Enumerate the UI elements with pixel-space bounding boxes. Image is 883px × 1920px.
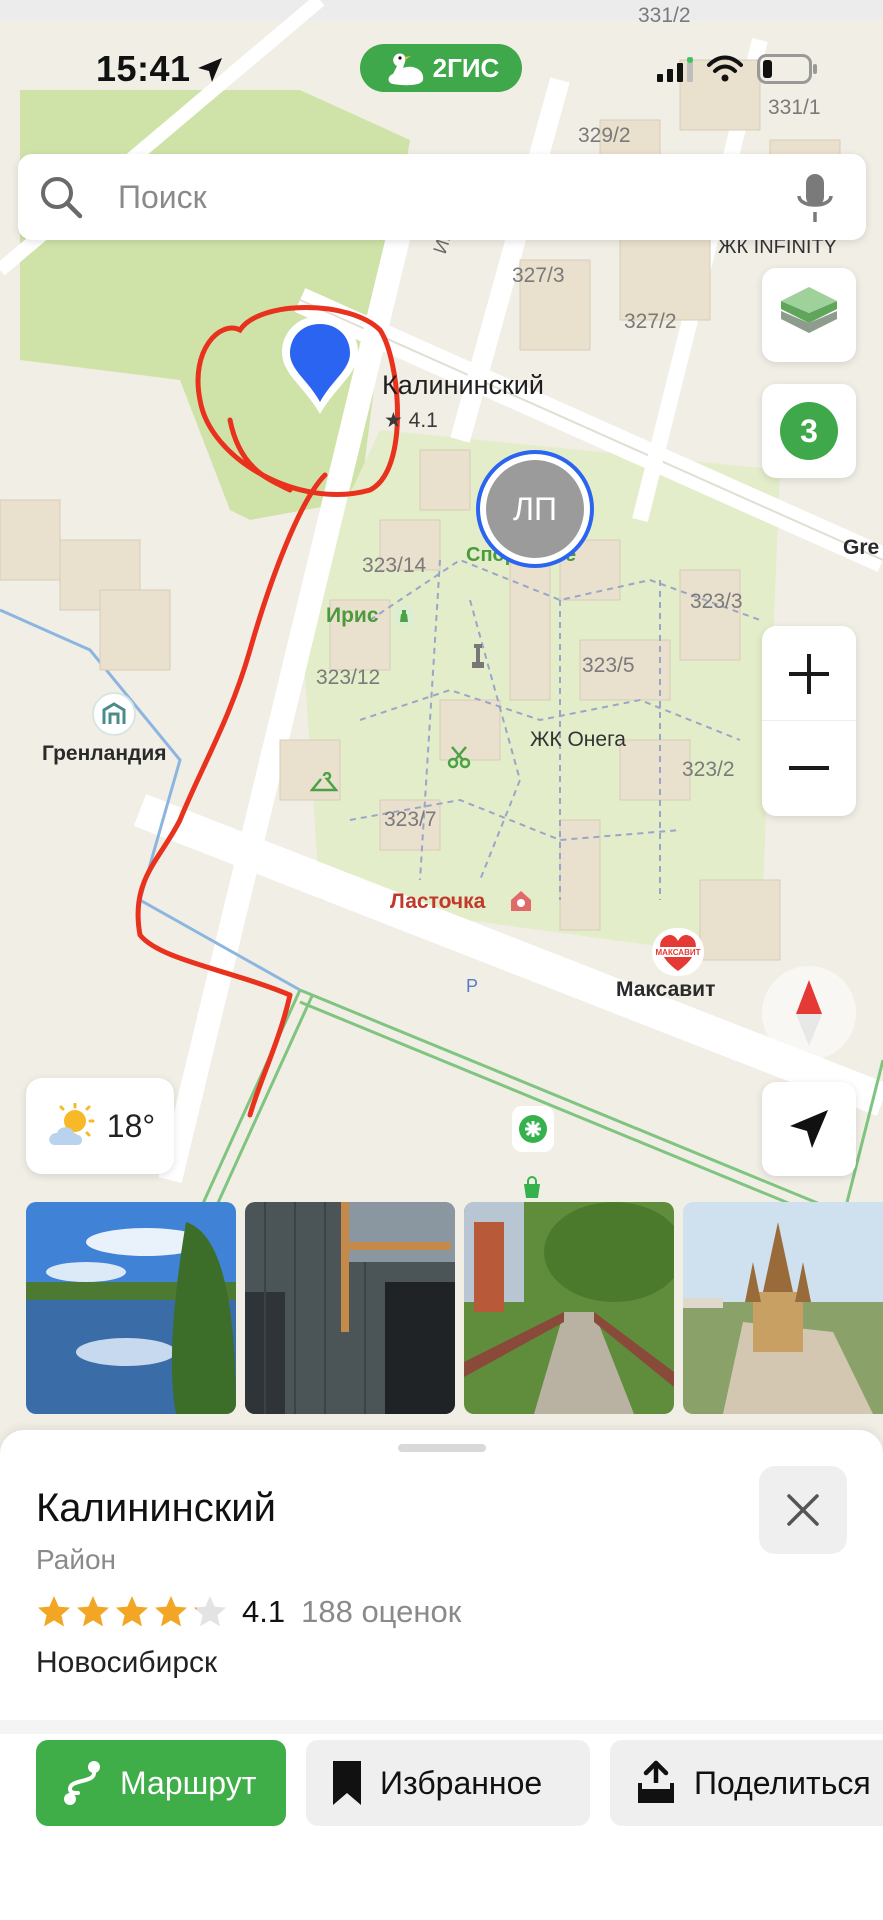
cellular-signal-icon (657, 57, 693, 82)
friends-count: 3 (800, 412, 818, 449)
route-button[interactable]: Маршрут (36, 1740, 286, 1826)
drag-handle[interactable] (398, 1444, 486, 1452)
map-label-iris[interactable]: Ирис (326, 604, 379, 628)
favorites-button[interactable]: Избранное (306, 1740, 590, 1826)
microphone-icon[interactable] (794, 172, 836, 224)
partly-cloudy-icon (49, 1103, 95, 1145)
navigation-arrow-icon (790, 1110, 828, 1148)
user-initials: ЛП (513, 490, 557, 527)
route-icon (64, 1761, 100, 1805)
house-number: 323/12 (316, 666, 381, 689)
rating-row[interactable]: 4.1 188 оценок (36, 1594, 461, 1630)
lastochka-icon (508, 888, 534, 914)
map-layers-button[interactable] (762, 268, 856, 362)
weather-temp: 18° (106, 1107, 156, 1144)
favorites-label: Избранное (380, 1764, 543, 1801)
house-number: 323/14 (362, 554, 427, 577)
iris-icon (392, 604, 416, 628)
app-badge-label: 2ГИС (432, 52, 500, 83)
parking-icon: P (466, 976, 479, 996)
status-icons (657, 54, 819, 84)
zoom-controls (762, 626, 856, 816)
search-icon (41, 177, 83, 219)
house-number: 331/2 (638, 4, 691, 27)
plus-icon (789, 653, 829, 694)
search-input[interactable] (118, 170, 778, 224)
close-icon (787, 1494, 819, 1526)
share-button[interactable]: Поделиться (610, 1740, 883, 1826)
clothes-icon (309, 771, 339, 796)
rating-value: 4.1 (242, 1594, 286, 1629)
house-number: 323/5 (582, 654, 635, 677)
place-city: Новосибирск (36, 1646, 218, 1679)
status-time: 15:41 (96, 48, 191, 89)
place-type: Район (36, 1544, 116, 1575)
location-arrow-icon (198, 58, 222, 82)
photo-church[interactable] (683, 1202, 883, 1414)
app-badge[interactable]: 2ГИС (360, 44, 522, 92)
pharmacy-icon[interactable] (512, 1106, 554, 1152)
place-card: Калининский Район 4.1 188 оценок Новосиб… (0, 1430, 883, 1920)
action-buttons: Маршрут Избранное Поделиться (36, 1740, 883, 1826)
divider (0, 1720, 883, 1734)
map-view[interactable]: 331/2 331/1 329/2 327/3 327/2 323/14 323… (0, 0, 883, 1460)
layers-icon (781, 287, 837, 333)
photo-lake[interactable] (26, 1202, 236, 1414)
photo-strip[interactable] (26, 1202, 883, 1414)
wifi-icon (707, 55, 743, 82)
bookmark-icon (333, 1761, 361, 1805)
share-icon (638, 1760, 674, 1803)
map-label-greenland[interactable]: Гренландия (42, 742, 167, 766)
compass-icon (796, 980, 822, 1046)
map-label-maksavit[interactable]: Максавит (616, 978, 715, 1002)
goose-icon (388, 53, 423, 86)
house-number: 323/3 (690, 590, 743, 613)
user-location-marker[interactable]: ЛП (476, 450, 594, 568)
compass-button[interactable] (762, 966, 856, 1060)
minus-icon (789, 766, 829, 770)
star-rating-icon (38, 1596, 226, 1627)
maksavit-logo-icon[interactable]: МАКСАВИТ (652, 928, 704, 976)
house-number: 331/1 (768, 96, 821, 119)
district-map-rating: ★ 4.1 (384, 409, 438, 432)
photo-bridge[interactable] (464, 1202, 674, 1414)
house-number: 327/3 (512, 264, 565, 287)
district-map-label[interactable]: Калининский (382, 370, 544, 401)
barber-icon (446, 744, 472, 770)
photo-building[interactable] (245, 1202, 455, 1414)
shop-icon[interactable] (520, 1176, 544, 1200)
route-label: Маршрут (120, 1764, 257, 1801)
map-label-onega: ЖК Онега (530, 728, 626, 751)
rating-stars (36, 1594, 228, 1630)
map-label-gre: Gre (843, 536, 880, 559)
weather-widget[interactable]: 18° (26, 1078, 174, 1174)
house-number: 329/2 (578, 124, 631, 147)
battery-icon (757, 54, 817, 84)
location-pin-icon[interactable] (272, 310, 368, 420)
rating-count[interactable]: 188 оценок (301, 1594, 461, 1630)
search-bar[interactable] (18, 154, 866, 240)
map-label-lastochka[interactable]: Ласточка (390, 890, 485, 914)
poi-greenland-icon[interactable] (92, 692, 136, 736)
friends-count-button[interactable]: 3 (762, 384, 856, 478)
place-title: Калининский (36, 1486, 276, 1530)
share-label: Поделиться (694, 1764, 871, 1801)
zoom-out-button[interactable] (762, 721, 856, 815)
park-monument-icon (466, 640, 490, 670)
house-number: 323/2 (682, 758, 735, 781)
house-number: 327/2 (624, 310, 677, 333)
my-location-button[interactable] (762, 1082, 856, 1176)
maksavit-logo-text: МАКСАВИТ (656, 948, 701, 957)
zoom-in-button[interactable] (762, 627, 856, 721)
house-number: 323/7 (384, 808, 437, 831)
close-button[interactable] (759, 1466, 847, 1554)
